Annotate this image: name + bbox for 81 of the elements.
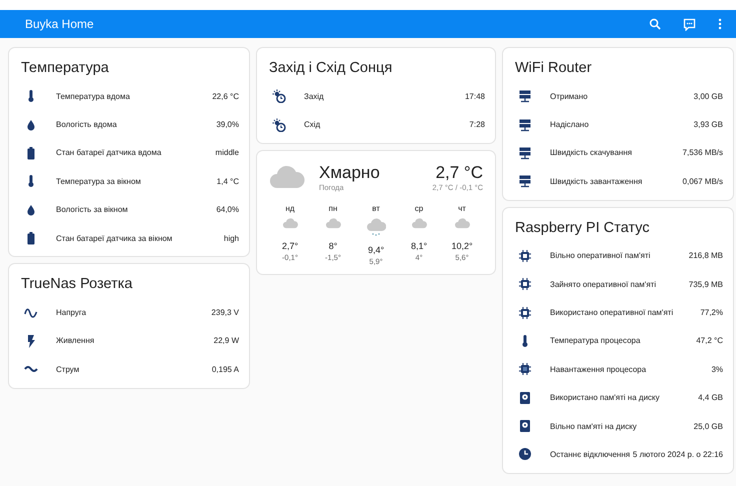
search-icon[interactable]	[649, 18, 661, 30]
entity-name: Стан батареї датчика вдома	[56, 148, 162, 158]
entity-name: Використано пам'яті на диску	[550, 393, 660, 402]
entity-name: Температура процесора	[550, 336, 642, 346]
entity-value: middle	[215, 148, 239, 158]
entity-value: 239,3 V	[211, 308, 239, 318]
entity-value: 7:28	[469, 120, 485, 130]
entity-name: Температура вдома	[56, 92, 131, 101]
clock-icon	[518, 447, 532, 462]
entity-name: Температура за вікном	[56, 176, 142, 186]
chip-icon	[518, 248, 532, 263]
forecast-day: нд	[285, 204, 295, 213]
entity-name: Навантаження процесора	[550, 364, 648, 374]
forecast-day: пн	[328, 204, 338, 213]
entity-name: Вільно пам'яті на диску	[550, 422, 638, 431]
sine-wave-icon	[24, 306, 38, 320]
entity-value: 22,9 W	[214, 336, 239, 346]
forecast-day: ср	[414, 204, 424, 213]
entity-name: Швидкість завантаження	[550, 176, 644, 186]
sun-clock-icon	[272, 89, 286, 104]
entity-value: 216,8 MB	[688, 251, 723, 260]
entity-name: Струм	[56, 364, 80, 374]
chip-icon	[518, 362, 532, 376]
forecast-day: чт	[458, 204, 466, 213]
entity-value: 3%	[711, 364, 723, 374]
chip-icon	[518, 306, 532, 320]
entity-name: Надіслано	[550, 120, 590, 130]
entity-value: 4,4 GB	[698, 393, 723, 402]
entity-name: Отримано	[550, 92, 589, 101]
entity-name: Останнє відключення	[550, 450, 631, 459]
current-temperature: 2,7 °C	[436, 162, 483, 183]
entity-name: Схід	[304, 120, 322, 130]
entity-value: 17:48	[464, 92, 485, 101]
entity-value: 3,93 GB	[694, 120, 723, 130]
card-title: Захід і Схід Сонця	[269, 60, 394, 76]
forecast-day: вт	[372, 204, 380, 213]
app-title: Buyka Home	[25, 17, 95, 31]
card-title: WiFi Router	[515, 60, 593, 76]
server-icon	[518, 146, 532, 160]
entity-name: Вологість вдома	[56, 120, 118, 130]
entity-value: 47,2 °C	[696, 336, 723, 346]
snow-cloud-icon	[366, 218, 386, 236]
cloud-icon	[269, 165, 305, 190]
forecast-high: 2,7°	[282, 240, 298, 251]
entity-name: Захід	[304, 92, 325, 101]
entity-value: 5 лютого 2024 р. о 22:16	[632, 450, 723, 459]
forecast-high: 8°	[328, 240, 338, 251]
card-title: Raspberry PI Статус	[515, 220, 650, 236]
weather-condition: Хмарно	[319, 162, 381, 183]
entity-name: Вологість за вікном	[56, 205, 129, 214]
entity-name: Стан батареї датчика за вікном	[56, 234, 174, 243]
entity-value: 1,4 °C	[216, 176, 239, 186]
entity-value: 735,9 MB	[688, 280, 723, 289]
entity-value: 0,067 MB/s	[682, 176, 723, 186]
chat-icon[interactable]	[683, 18, 696, 30]
entity-name: Напруга	[56, 308, 88, 318]
chip-icon	[518, 277, 532, 292]
entity-value: 25,0 GB	[694, 422, 723, 431]
card-title: TrueNas Розетка	[21, 276, 134, 292]
forecast-high: 8,1°	[410, 240, 428, 251]
menu-icon[interactable]	[718, 18, 722, 30]
entity-name: Вільно оперативної пам'яті	[550, 251, 652, 260]
sun-clock-icon	[272, 118, 286, 132]
entity-value: 22,6 °C	[212, 92, 239, 101]
entity-value: high	[224, 234, 239, 243]
server-icon	[518, 118, 532, 132]
server-icon	[518, 89, 532, 104]
forecast-high: 10,2°	[451, 240, 473, 251]
server-icon	[518, 174, 532, 188]
entity-value: 7,536 MB/s	[682, 148, 723, 158]
entity-name: Використано оперативної пам'яті	[550, 308, 674, 318]
forecast-high: 9,4°	[368, 244, 384, 255]
entity-value: 0,195 A	[212, 364, 239, 374]
entity-name: Зайнято оперативної пам'яті	[550, 280, 657, 289]
entity-value: 39,0%	[216, 120, 239, 130]
entity-value: 3,00 GB	[694, 92, 723, 101]
card-title: Температура	[21, 60, 110, 76]
entity-value: 77,2%	[700, 308, 723, 318]
entity-name: Швидкість скачування	[550, 148, 633, 158]
entity-name: Живлення	[56, 336, 96, 346]
entity-value: 64,0%	[216, 205, 239, 214]
